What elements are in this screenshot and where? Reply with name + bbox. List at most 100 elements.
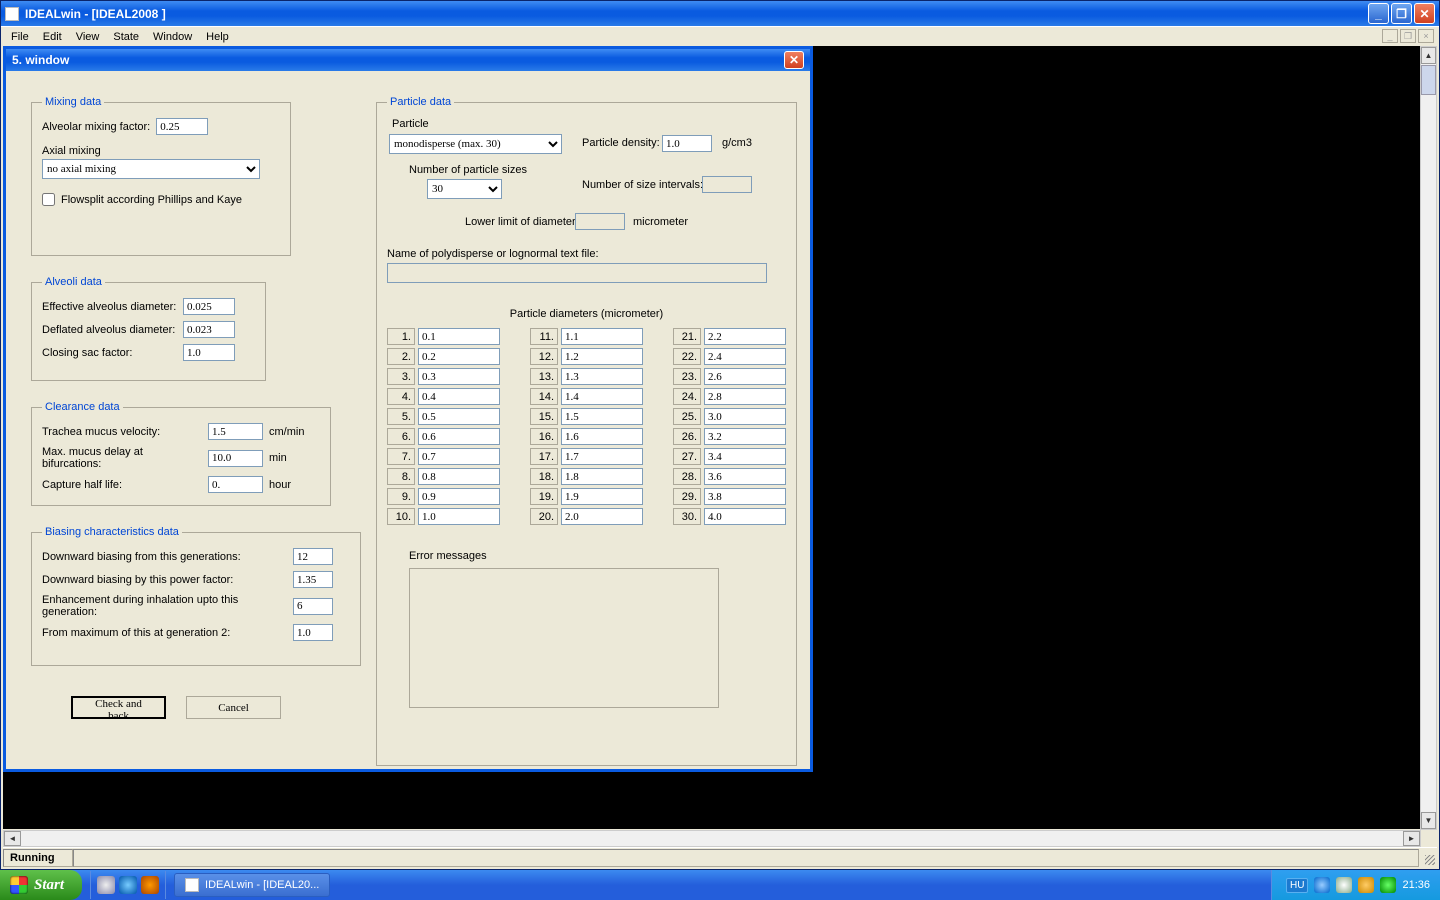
cancel-button[interactable]: Cancel	[186, 696, 281, 719]
enh-input[interactable]	[293, 598, 333, 615]
diameter-input[interactable]	[561, 328, 643, 345]
menu-view[interactable]: View	[76, 31, 100, 43]
eff-alv-input[interactable]	[183, 298, 235, 315]
child-close-button[interactable]: ✕	[784, 51, 804, 69]
diameter-index: 11.	[530, 328, 558, 345]
diameter-input[interactable]	[561, 428, 643, 445]
enh-label: Enhancement during inhalation upto this …	[42, 594, 287, 618]
density-input[interactable]	[662, 135, 712, 152]
diameter-row: 8.	[387, 468, 500, 485]
menu-window[interactable]: Window	[153, 31, 192, 43]
max2-input[interactable]	[293, 624, 333, 641]
diameter-input[interactable]	[561, 408, 643, 425]
diameter-row: 14.	[530, 388, 643, 405]
close-button[interactable]: ✕	[1414, 3, 1435, 24]
ie-icon[interactable]	[119, 876, 137, 894]
nsizes-select[interactable]: 30	[427, 179, 502, 199]
maxmucus-unit: min	[269, 452, 287, 464]
start-button[interactable]: Start	[0, 870, 82, 900]
diameter-input[interactable]	[418, 328, 500, 345]
diameter-index: 6.	[387, 428, 415, 445]
firefox-icon[interactable]	[141, 876, 159, 894]
particle-legend: Particle data	[387, 96, 454, 108]
tray-icon-1[interactable]	[1314, 877, 1330, 893]
def-alv-input[interactable]	[183, 321, 235, 338]
diameter-input[interactable]	[561, 388, 643, 405]
language-indicator[interactable]: HU	[1286, 878, 1308, 893]
scroll-up-icon[interactable]: ▲	[1421, 47, 1436, 64]
diameter-input[interactable]	[418, 508, 500, 525]
child-titlebar[interactable]: 5. window ✕	[6, 49, 810, 71]
tray-icon-4[interactable]	[1380, 877, 1396, 893]
diameter-input[interactable]	[704, 328, 786, 345]
horizontal-scrollbar[interactable]: ◄ ►	[3, 830, 1421, 847]
diameter-input[interactable]	[561, 448, 643, 465]
flowsplit-checkbox[interactable]	[42, 193, 55, 206]
trachea-input[interactable]	[208, 423, 263, 440]
diameter-input[interactable]	[418, 408, 500, 425]
diameter-index: 27.	[673, 448, 701, 465]
tray-icon-2[interactable]	[1336, 877, 1352, 893]
diameter-input[interactable]	[704, 448, 786, 465]
diameter-input[interactable]	[704, 428, 786, 445]
status-text: Running	[3, 849, 73, 867]
menu-state[interactable]: State	[113, 31, 139, 43]
mdi-restore-button[interactable]: ❐	[1400, 29, 1416, 43]
taskbar: Start IDEALwin - [IDEAL20... HU 21:36	[0, 870, 1440, 900]
diameter-input[interactable]	[418, 468, 500, 485]
minimize-button[interactable]: _	[1368, 3, 1389, 24]
tray-icon-3[interactable]	[1358, 877, 1374, 893]
capture-input[interactable]	[208, 476, 263, 493]
diameter-input[interactable]	[418, 448, 500, 465]
diameter-input[interactable]	[561, 508, 643, 525]
diameter-input[interactable]	[704, 508, 786, 525]
diameter-input[interactable]	[561, 488, 643, 505]
diameter-row: 28.	[673, 468, 786, 485]
polyfile-input	[387, 263, 767, 283]
diameter-input[interactable]	[561, 368, 643, 385]
menu-file[interactable]: File	[11, 31, 29, 43]
menu-help[interactable]: Help	[206, 31, 229, 43]
diameter-input[interactable]	[704, 368, 786, 385]
mdi-minimize-button[interactable]: _	[1382, 29, 1398, 43]
show-desktop-icon[interactable]	[97, 876, 115, 894]
maximize-button[interactable]: ❐	[1391, 3, 1412, 24]
nintervals-input	[702, 176, 752, 193]
menu-edit[interactable]: Edit	[43, 31, 62, 43]
scroll-down-icon[interactable]: ▼	[1421, 812, 1436, 829]
vertical-scrollbar[interactable]: ▲ ▼	[1420, 46, 1437, 830]
alveolar-mixing-input[interactable]	[156, 118, 208, 135]
quick-launch	[90, 871, 166, 899]
down-pow-input[interactable]	[293, 571, 333, 588]
resize-grip-icon[interactable]	[1419, 849, 1437, 867]
diameter-input[interactable]	[418, 488, 500, 505]
polyfile-label: Name of polydisperse or lognormal text f…	[387, 248, 599, 260]
diameter-input[interactable]	[561, 468, 643, 485]
mdi-close-button[interactable]: ×	[1418, 29, 1434, 43]
diameter-index: 25.	[673, 408, 701, 425]
particle-select[interactable]: monodisperse (max. 30)	[389, 134, 562, 154]
diameter-row: 19.	[530, 488, 643, 505]
diameter-input[interactable]	[418, 428, 500, 445]
maxmucus-input[interactable]	[208, 450, 263, 467]
check-and-back-button[interactable]: Check and back	[71, 696, 166, 719]
diameter-input[interactable]	[704, 468, 786, 485]
diameter-input[interactable]	[418, 348, 500, 365]
scroll-thumb[interactable]	[1421, 65, 1436, 95]
def-alv-label: Deflated alveolus diameter:	[42, 324, 177, 336]
diameter-input[interactable]	[418, 368, 500, 385]
diameter-input[interactable]	[704, 348, 786, 365]
scroll-right-icon[interactable]: ►	[1403, 831, 1420, 846]
diameter-input[interactable]	[561, 348, 643, 365]
down-gen-input[interactable]	[293, 548, 333, 565]
scroll-left-icon[interactable]: ◄	[4, 831, 21, 846]
clock[interactable]: 21:36	[1402, 879, 1430, 891]
axial-mixing-select[interactable]: no axial mixing	[42, 159, 260, 179]
main-titlebar[interactable]: IDEALwin - [IDEAL2008 ] _ ❐ ✕	[1, 1, 1439, 26]
closing-sac-input[interactable]	[183, 344, 235, 361]
diameter-input[interactable]	[418, 388, 500, 405]
taskbar-app-button[interactable]: IDEALwin - [IDEAL20...	[174, 873, 330, 897]
diameter-input[interactable]	[704, 388, 786, 405]
diameter-input[interactable]	[704, 408, 786, 425]
diameter-input[interactable]	[704, 488, 786, 505]
